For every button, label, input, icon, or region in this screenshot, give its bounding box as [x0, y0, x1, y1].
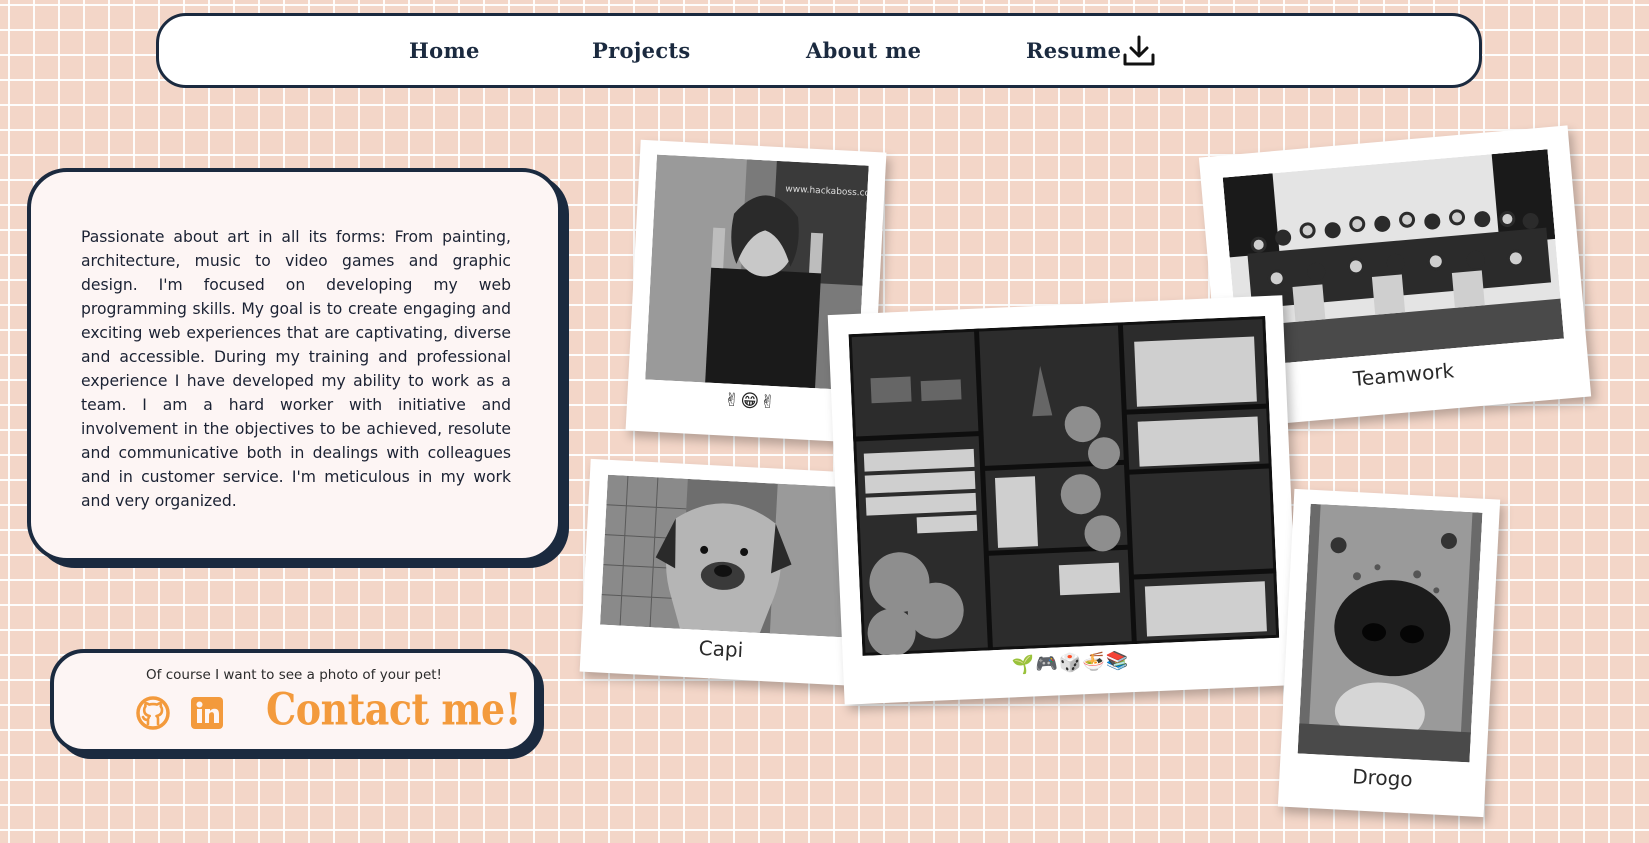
contact-me-link[interactable]: Contact me!: [266, 683, 521, 735]
download-icon[interactable]: [1121, 34, 1157, 68]
nav-resume-link[interactable]: Resume: [1026, 38, 1121, 63]
nav-home-link[interactable]: Home: [409, 38, 480, 63]
shelf-image: [848, 316, 1280, 656]
nav-about-link[interactable]: About me: [806, 38, 921, 63]
drogo-caption: Drogo: [1351, 764, 1414, 792]
github-icon[interactable]: [135, 695, 171, 731]
shelf-photo: [848, 316, 1280, 656]
polaroid-capi: Capi: [579, 458, 871, 687]
drogo-image: [1297, 503, 1483, 763]
bio-text: Passionate about art in all its forms: F…: [81, 228, 511, 510]
bio-card: Passionate about art in all its forms: F…: [27, 168, 562, 562]
linkedin-icon[interactable]: [189, 695, 225, 731]
nav-projects-link[interactable]: Projects: [592, 38, 691, 63]
capi-photo: [600, 474, 852, 638]
capi-image: [600, 474, 852, 638]
navbar: Home Projects About me Resume: [156, 13, 1482, 88]
contact-card: Of course I want to see a photo of your …: [50, 649, 538, 753]
drogo-photo: [1297, 503, 1483, 763]
polaroid-shelf: 🌱🎮🎲🍜📚: [827, 295, 1300, 705]
contact-note: Of course I want to see a photo of your …: [146, 667, 442, 683]
polaroid-drogo: Drogo: [1277, 488, 1501, 818]
